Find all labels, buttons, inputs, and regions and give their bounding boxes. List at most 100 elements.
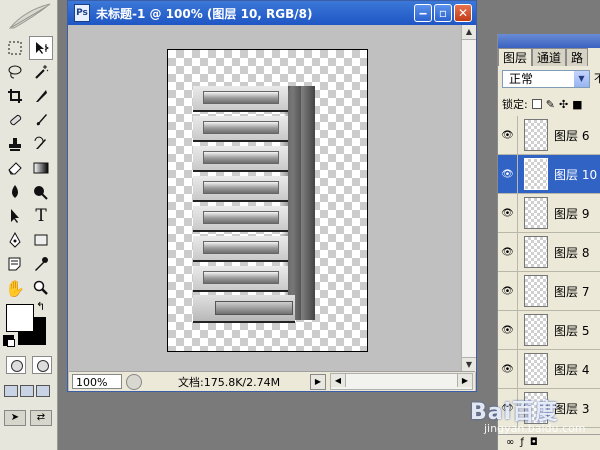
mask-mode-row <box>6 356 52 374</box>
notes-icon[interactable] <box>3 252 27 276</box>
tab-layers[interactable]: 图层 <box>498 48 533 66</box>
slat-bar <box>203 211 279 224</box>
layer-row[interactable]: 👁 图层 6 <box>498 115 600 155</box>
image-canvas[interactable] <box>167 49 368 352</box>
shelf-slat <box>193 116 288 142</box>
slat-bar <box>203 241 279 254</box>
type-icon[interactable]: T <box>29 204 53 228</box>
full-screen-menu-mode-icon[interactable] <box>20 385 34 397</box>
eye-icon[interactable]: 👁 <box>498 115 518 155</box>
scroll-up-icon[interactable]: ▲ <box>462 25 476 40</box>
healing-icon[interactable] <box>3 108 27 132</box>
layer-name: 图层 8 <box>554 245 590 260</box>
crop-icon[interactable] <box>3 84 27 108</box>
lock-move-icon[interactable]: ✣ <box>559 98 568 111</box>
chevron-down-icon[interactable]: ▼ <box>574 71 589 87</box>
blend-row: 正常 ▼ 不 <box>502 70 600 88</box>
swap-colors-icon[interactable]: ↰ <box>36 300 45 313</box>
quick-mask-button[interactable] <box>32 356 52 374</box>
tab-paths[interactable]: 路 <box>566 48 589 66</box>
status-info-icon[interactable] <box>126 373 142 390</box>
close-button[interactable]: ✕ <box>454 4 472 22</box>
layer-row[interactable]: 👁 图层 8 <box>498 232 600 272</box>
layer-thumbnail <box>524 353 548 385</box>
eye-icon[interactable]: 👁 <box>498 310 518 350</box>
layer-row[interactable]: 👁 图层 3 <box>498 388 600 428</box>
eye-icon[interactable]: 👁 <box>498 349 518 389</box>
status-menu-arrow-icon[interactable]: ▶ <box>310 373 326 390</box>
lock-transparency-icon[interactable] <box>531 99 542 109</box>
screen-mode-row <box>4 385 50 397</box>
eye-icon[interactable]: 👁 <box>498 193 518 233</box>
foreground-color-swatch[interactable] <box>6 304 34 332</box>
scroll-down-icon[interactable]: ▼ <box>462 357 476 372</box>
shape-icon[interactable] <box>29 228 53 252</box>
layer-row[interactable]: 👁 图层 9 <box>498 193 600 233</box>
shelf-slat <box>193 176 288 202</box>
document-titlebar[interactable]: Ps 未标题-1 @ 100% (图层 10, RGB/8) ‒ ▫ ✕ <box>68 1 476 25</box>
move-icon[interactable] <box>29 36 53 60</box>
gradient-icon[interactable] <box>29 156 53 180</box>
blend-mode-value: 正常 <box>509 72 534 86</box>
layer-name: 图层 10 <box>554 167 598 182</box>
layer-row[interactable]: 👁 图层 7 <box>498 271 600 311</box>
layer-row[interactable]: 👁 图层 10 <box>498 154 600 194</box>
zoom-icon[interactable] <box>29 276 53 300</box>
pen-icon[interactable] <box>3 228 27 252</box>
layer-name: 图层 3 <box>554 401 590 416</box>
eye-icon[interactable]: 👁 <box>498 232 518 272</box>
lock-all-icon[interactable]: ■ <box>572 98 582 111</box>
eraser-icon[interactable] <box>3 156 27 180</box>
shelf-slat <box>193 236 288 262</box>
layer-thumbnail <box>524 236 548 268</box>
dodge-icon[interactable] <box>29 180 53 204</box>
layer-thumbnail <box>524 119 548 151</box>
layer-name: 图层 6 <box>554 128 590 143</box>
blur-icon[interactable] <box>3 180 27 204</box>
maximize-button[interactable]: ▫ <box>434 4 452 22</box>
document-window: Ps 未标题-1 @ 100% (图层 10, RGB/8) ‒ ▫ ✕ ▲ ▼… <box>67 0 477 392</box>
blend-mode-select[interactable]: 正常 ▼ <box>502 70 590 88</box>
scroll-right-icon[interactable]: ▶ <box>457 374 472 387</box>
opacity-label: 不 <box>594 72 600 85</box>
jump-to-imageready-icon[interactable]: ➤ <box>4 410 26 426</box>
tab-channels[interactable]: 通道 <box>532 48 567 66</box>
panel-titlebar[interactable] <box>498 34 600 48</box>
eyedropper-icon[interactable] <box>29 252 53 276</box>
canvas-area[interactable] <box>69 25 462 372</box>
layer-style-icon[interactable]: ƒ <box>520 437 524 448</box>
layers-panel: 图层 通道 路 正常 ▼ 不 锁定: ✎ ✣ ■ 👁 图层 6 👁 图层 10 … <box>497 34 600 450</box>
stamp-icon[interactable] <box>3 132 27 156</box>
full-screen-mode-icon[interactable] <box>36 385 50 397</box>
layer-name: 图层 7 <box>554 284 590 299</box>
hand-icon[interactable]: ✋ <box>3 276 27 300</box>
standard-screen-mode-icon[interactable] <box>4 385 18 397</box>
path-select-icon[interactable] <box>3 204 27 228</box>
history-brush-icon[interactable] <box>29 132 53 156</box>
scroll-left-icon[interactable]: ◀ <box>331 374 346 387</box>
eye-icon[interactable]: 👁 <box>498 388 518 428</box>
vertical-scrollbar[interactable]: ▲ ▼ <box>461 25 476 372</box>
marquee-icon[interactable] <box>3 36 27 60</box>
layer-row[interactable]: 👁 图层 4 <box>498 349 600 389</box>
jump-icon[interactable]: ⇄ <box>30 410 52 426</box>
lock-brush-icon[interactable]: ✎ <box>546 98 555 111</box>
minimize-button[interactable]: ‒ <box>414 4 432 22</box>
eye-icon[interactable]: 👁 <box>498 154 518 194</box>
slat-bar <box>203 151 279 164</box>
lasso-icon[interactable] <box>3 60 27 84</box>
standard-mode-button[interactable] <box>6 356 26 374</box>
magic-wand-icon[interactable] <box>29 60 53 84</box>
slice-icon[interactable] <box>29 84 53 108</box>
toolbox: T ✋ ↰ ➤ ⇄ <box>0 0 58 450</box>
horizontal-scrollbar[interactable]: ◀ ▶ <box>330 373 473 390</box>
layer-row[interactable]: 👁 图层 5 <box>498 310 600 350</box>
slat-bar <box>203 181 279 194</box>
eye-icon[interactable]: 👁 <box>498 271 518 311</box>
zoom-field[interactable]: 100% <box>72 374 122 389</box>
default-colors-icon[interactable] <box>3 335 15 347</box>
brush-icon[interactable] <box>29 108 53 132</box>
shelf-slat <box>193 206 288 232</box>
link-layers-icon[interactable]: ∞ <box>506 437 514 448</box>
add-mask-icon[interactable]: ◘ <box>530 437 538 448</box>
